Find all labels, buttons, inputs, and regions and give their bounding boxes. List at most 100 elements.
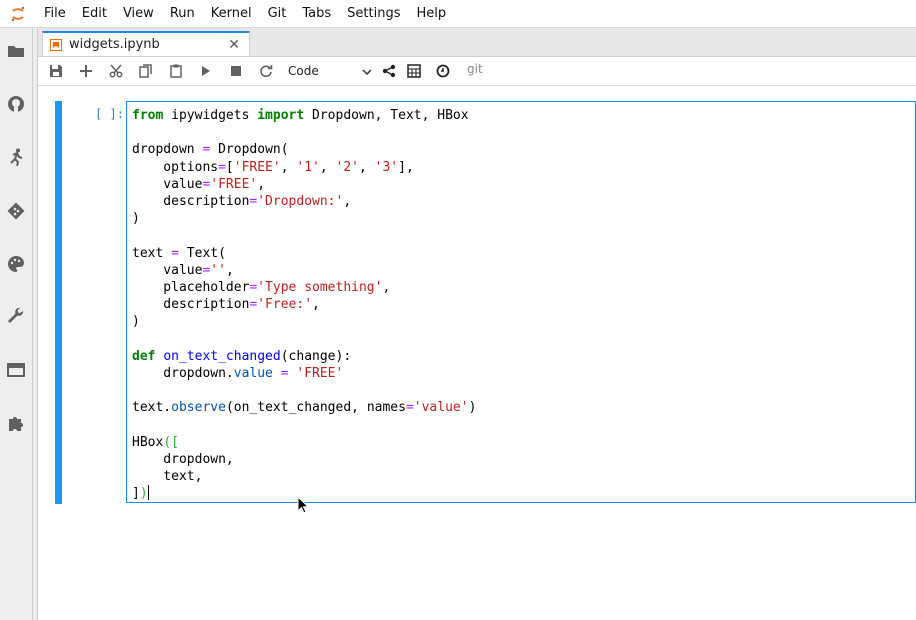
- code-line: description='Free:',: [132, 297, 320, 312]
- code-token: options: [132, 159, 219, 175]
- code-line: description='Dropdown:',: [132, 194, 351, 209]
- code-token: dropdown,: [132, 452, 234, 468]
- code-token: ,: [280, 159, 297, 175]
- menu-git[interactable]: Git: [260, 0, 295, 27]
- jupyter-logo-icon: [0, 0, 36, 27]
- menu-help[interactable]: Help: [409, 0, 455, 27]
- code-token: 'Free:': [257, 297, 313, 313]
- code-token: ): [132, 314, 140, 330]
- code-line: placeholder='Type something',: [132, 280, 390, 295]
- cell-collapser[interactable]: [55, 101, 62, 504]
- code-token: import: [257, 108, 305, 123]
- menu-settings[interactable]: Settings: [339, 0, 408, 27]
- code-token: text.: [132, 400, 172, 416]
- menu-kernel[interactable]: Kernel: [203, 0, 260, 27]
- code-token: '1': [296, 159, 320, 175]
- code-line: text.observe(on_text_changed, names='val…: [132, 400, 476, 415]
- code-text[interactable]: from ipywidgets import Dropdown, Text, H…: [132, 107, 476, 503]
- code-token: text: [132, 245, 172, 261]
- share-icon[interactable]: [378, 61, 400, 81]
- code-token: ): [132, 211, 140, 227]
- cell-prompt: [ ]:: [95, 107, 124, 121]
- stop-icon[interactable]: [225, 61, 247, 81]
- code-token: ,: [312, 297, 320, 313]
- code-token: ): [468, 400, 477, 416]
- code-token: (on_text_changed, names: [225, 400, 406, 416]
- git-icon[interactable]: [5, 200, 27, 222]
- run-icon[interactable]: [195, 61, 217, 81]
- code-line: value='',: [132, 263, 233, 278]
- github-icon[interactable]: [5, 93, 27, 115]
- code-token: on_text_changed: [163, 348, 281, 364]
- chevron-down-icon: [362, 64, 372, 78]
- code-token: 'FREE': [296, 366, 344, 382]
- git-toolbar-label[interactable]: git: [467, 62, 483, 76]
- code-line: dropdown.value = 'FREE': [132, 366, 343, 381]
- code-token: Dropdown, Text, HBox: [304, 108, 469, 123]
- tab-bar: widgets.ipynb ✕: [38, 28, 916, 57]
- wrench-icon[interactable]: [5, 306, 27, 328]
- notebook-icon: [50, 38, 62, 51]
- extension-icon[interactable]: [5, 412, 27, 434]
- code-token: (change):: [280, 348, 352, 364]
- code-token: 'FREE': [210, 176, 258, 192]
- code-token: text,: [132, 469, 203, 485]
- code-line: def on_text_changed(change):: [132, 349, 351, 364]
- code-token: ([: [163, 434, 179, 450]
- code-token: HBox: [132, 434, 164, 450]
- clock-icon[interactable]: [432, 61, 454, 81]
- code-token: description: [132, 297, 250, 313]
- code-token: ,: [257, 176, 266, 192]
- code-token: value: [233, 366, 273, 382]
- mouse-pointer-icon: [297, 495, 310, 514]
- code-token: 'value': [413, 400, 469, 416]
- calculator-icon[interactable]: [403, 61, 425, 81]
- code-line: HBox([: [132, 435, 179, 450]
- tab-icon[interactable]: [5, 359, 27, 381]
- code-line: from ipywidgets import Dropdown, Text, H…: [132, 108, 469, 123]
- code-token: ],: [398, 159, 414, 175]
- code-token: '3': [374, 159, 399, 175]
- code-token: '2': [335, 159, 359, 175]
- restart-icon[interactable]: [255, 61, 277, 81]
- code-token: observe: [171, 400, 226, 416]
- menu-run[interactable]: Run: [162, 0, 203, 27]
- palette-icon[interactable]: [5, 253, 27, 275]
- code-token: description: [132, 194, 250, 210]
- code-token: [: [225, 159, 234, 175]
- code-token: dropdown.: [132, 366, 234, 382]
- code-line: ): [132, 314, 140, 329]
- tab-widgets-notebook[interactable]: widgets.ipynb ✕: [42, 31, 250, 56]
- code-token: dropdown: [132, 142, 203, 158]
- close-icon[interactable]: ✕: [228, 38, 240, 52]
- tab-label: widgets.ipynb: [69, 37, 160, 52]
- code-token: ,: [359, 159, 375, 175]
- menu-file[interactable]: File: [36, 0, 74, 27]
- folder-icon[interactable]: [5, 40, 27, 62]
- save-icon[interactable]: [45, 61, 67, 81]
- cut-icon[interactable]: [105, 61, 127, 81]
- code-token: ,: [343, 194, 352, 210]
- menu-tabs[interactable]: Tabs: [294, 0, 339, 27]
- code-line: options=['FREE', '1', '2', '3'],: [132, 160, 414, 175]
- code-token: value: [132, 176, 203, 192]
- code-token: =: [218, 159, 226, 175]
- code-token: placeholder: [132, 280, 250, 296]
- menu-view[interactable]: View: [115, 0, 162, 27]
- add-cell-icon[interactable]: [75, 61, 97, 81]
- code-token: ,: [319, 159, 336, 175]
- menu-edit[interactable]: Edit: [74, 0, 115, 27]
- running-icon[interactable]: [5, 146, 27, 168]
- copy-icon[interactable]: [135, 61, 157, 81]
- paste-icon[interactable]: [165, 61, 187, 81]
- code-token: Text(: [178, 245, 226, 261]
- code-line: dropdown,: [132, 452, 234, 468]
- main-area: widgets.ipynb ✕ Code git []: from ipywi…: [37, 28, 916, 620]
- text-caret: [147, 485, 149, 501]
- cell-type-select[interactable]: Code: [288, 61, 372, 81]
- code-cell-editor[interactable]: from ipywidgets import Dropdown, Text, H…: [126, 101, 916, 503]
- code-token: 'FREE': [233, 159, 281, 175]
- cell-type-value: Code: [288, 64, 319, 78]
- code-token: ,: [382, 280, 391, 296]
